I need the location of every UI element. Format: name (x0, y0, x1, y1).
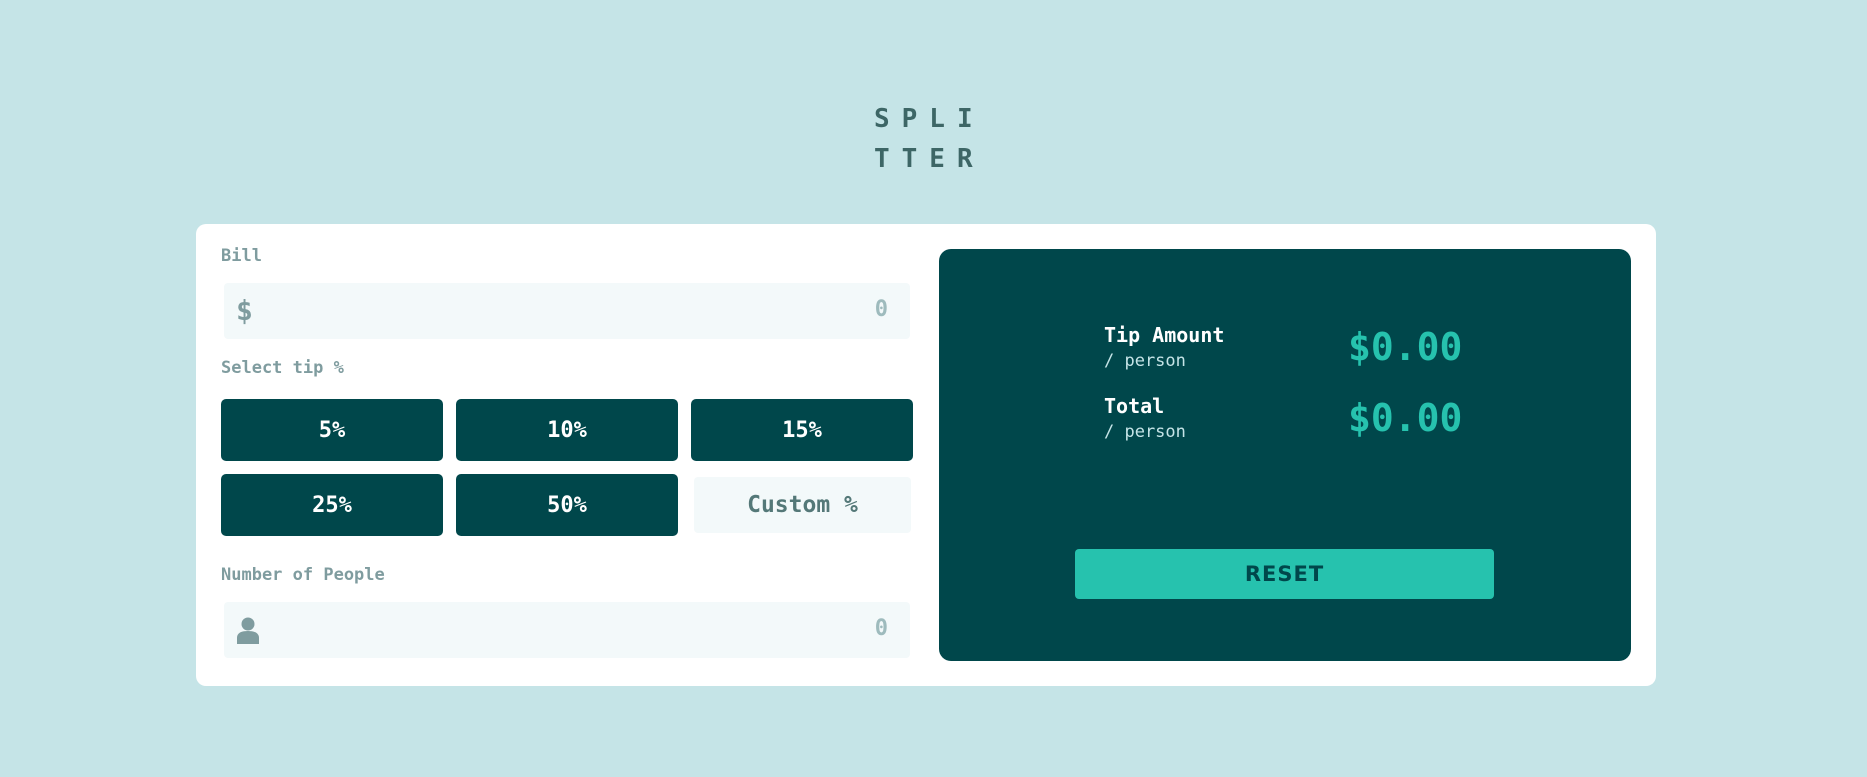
tip-25-button[interactable]: 25% (221, 474, 443, 536)
bill-value: 0 (874, 297, 888, 322)
logo-line-1: SPLI (874, 104, 985, 134)
tip-10-button[interactable]: 10% (456, 399, 678, 461)
tip-amount-sub: / person (1104, 351, 1186, 371)
tip-amount-value: $0.00 (1348, 325, 1463, 369)
person-icon (237, 617, 259, 648)
dollar-icon: $ (236, 294, 253, 327)
total-title: Total (1104, 394, 1165, 418)
reset-button[interactable]: RESET (1075, 549, 1494, 599)
tip-amount-title: Tip Amount (1104, 323, 1225, 347)
custom-tip-input[interactable]: Custom % (694, 477, 911, 533)
tip-15-button[interactable]: 15% (691, 399, 913, 461)
people-input[interactable]: 0 (224, 602, 910, 658)
bill-input[interactable]: $ 0 (224, 283, 910, 339)
total-value: $0.00 (1348, 396, 1463, 440)
total-sub: / person (1104, 422, 1186, 442)
logo-line-2: TTER (874, 144, 985, 174)
results-panel: Tip Amount / person $0.00 Total / person… (939, 249, 1631, 661)
people-label: Number of People (221, 565, 385, 585)
tip-label: Select tip % (221, 358, 344, 378)
people-value: 0 (874, 616, 888, 641)
app-logo: SPLI TTER (874, 99, 984, 179)
bill-label: Bill (221, 246, 262, 266)
calculator-card: Bill $ 0 Select tip % 5% 10% 15% 25% 50%… (196, 224, 1656, 686)
tip-50-button[interactable]: 50% (456, 474, 678, 536)
tip-5-button[interactable]: 5% (221, 399, 443, 461)
